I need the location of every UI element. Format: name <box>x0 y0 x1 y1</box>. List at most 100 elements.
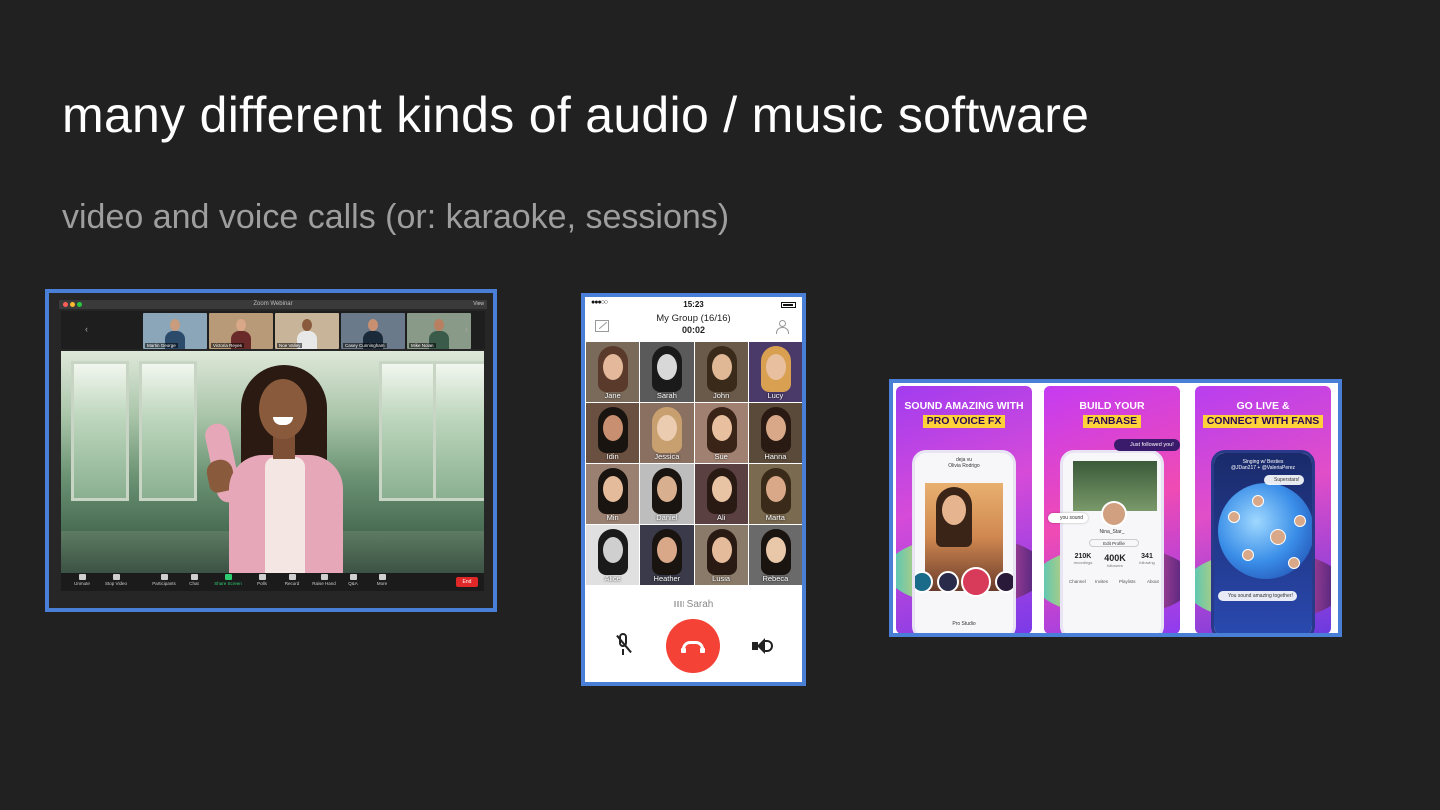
follow-notification: Just followed you! <box>1114 439 1180 451</box>
participant-name: John <box>712 391 730 400</box>
toolbar-button-unmute[interactable]: Unmute <box>67 574 97 586</box>
toolbar-button-q-a[interactable]: Q&A <box>338 574 368 586</box>
toolbar-button-share-screen[interactable]: Share Screen <box>213 574 243 586</box>
avatar <box>1288 557 1300 569</box>
participant-tile[interactable]: Alice <box>586 525 640 585</box>
store-card-fanbase: BUILD YOUR FANBASE Nina_Star_ Edit Profi… <box>1044 386 1180 633</box>
avatar <box>1242 549 1254 561</box>
mute-microphone-icon[interactable] <box>613 633 633 657</box>
end-meeting-button[interactable]: End <box>456 577 478 587</box>
participant-tile[interactable]: Jessica <box>640 403 694 463</box>
more-icon <box>378 574 386 580</box>
tab-invites[interactable]: Invites <box>1095 579 1108 584</box>
zoom-speaker-video <box>61 351 484 573</box>
participant-name: Hanna <box>764 452 787 461</box>
profile-name: Nina_Star_ <box>1099 529 1125 535</box>
participant-tile[interactable]: John <box>694 342 748 402</box>
participant-tile[interactable]: Heather <box>640 525 694 585</box>
toolbar-button-chat[interactable]: Chat <box>179 574 209 586</box>
superstars-bubble: Superstars! <box>1264 475 1304 485</box>
participant-thumbnail[interactable]: Mike Nolan <box>407 313 471 349</box>
phone-mockup: deja vu Olivia Rodrigo Pro Studio <box>912 450 1016 633</box>
participant-name: Mike Nolan <box>409 343 436 348</box>
qa-icon <box>349 574 357 580</box>
participant-name: Jane <box>604 391 621 400</box>
toolbar-button-polls[interactable]: Polls <box>247 574 277 586</box>
participant-tile[interactable]: Lusia <box>694 525 748 585</box>
active-speaker: Sarah <box>585 599 802 610</box>
chevron-left-icon[interactable]: ‹ <box>85 324 88 334</box>
participant-tile[interactable]: Min <box>586 464 640 524</box>
participant-thumbnail[interactable]: Noe Valley <box>275 313 339 349</box>
participant-name: Rebeca <box>762 574 789 583</box>
comment-bubble: you sound <box>1048 513 1089 523</box>
microphone-icon <box>78 574 86 580</box>
chevron-right-icon[interactable]: › <box>465 324 468 334</box>
add-user-icon[interactable] <box>776 320 792 334</box>
profile-stats: 210K recordings 400K followers 341 followin… <box>1073 553 1155 568</box>
participant-name: Martin George <box>145 343 178 348</box>
card-headline: SOUND AMAZING WITH <box>904 400 1024 412</box>
participant-thumbnail[interactable]: Casey Cunningham <box>341 313 405 349</box>
polls-icon <box>258 574 266 580</box>
participant-tile[interactable]: Jane <box>586 342 640 402</box>
phone-mockup: Nina_Star_ Edit Profile 210K recordings 4… <box>1060 450 1164 633</box>
edit-profile-button[interactable]: Edit Profile <box>1089 539 1139 547</box>
battery-icon <box>781 302 796 308</box>
store-card-live: GO LIVE & CONNECT WITH FANS Singing w/ B… <box>1195 386 1331 633</box>
toolbar-button-raise-hand[interactable]: Raise Hand <box>309 574 339 586</box>
phone-mockup: Singing w/ Besties @JDan217 + @ValeriaPe… <box>1211 450 1315 633</box>
live-host: @JDan217 + @ValeriaPerez <box>1230 465 1296 471</box>
participant-tile[interactable]: Idin <box>586 403 640 463</box>
participant-tile[interactable]: Ali <box>694 464 748 524</box>
tab-about[interactable]: About <box>1147 579 1159 584</box>
slide-subtitle: video and voice calls (or: karaoke, sess… <box>62 198 730 236</box>
status-time: 15:23 <box>683 300 704 309</box>
participant-name: Daniel <box>656 513 678 522</box>
participant-name: Casey Cunningham <box>343 343 387 348</box>
card-headline: GO LIVE & <box>1236 400 1290 412</box>
participant-name: Idin <box>606 452 619 461</box>
hang-up-button[interactable] <box>666 619 720 673</box>
participant-tile[interactable]: Rebeca <box>748 525 802 585</box>
participant-name: Min <box>606 513 619 522</box>
toolbar-button-more[interactable]: More <box>367 574 397 586</box>
active-speaker-name: Sarah <box>686 599 714 610</box>
participant-name: Sarah <box>656 391 677 400</box>
zoom-titlebar: Zoom Webinar View <box>59 300 487 309</box>
participant-tile[interactable]: Sarah <box>640 342 694 402</box>
participant-tile[interactable]: Daniel <box>640 464 694 524</box>
toolbar-button-record[interactable]: Record <box>277 574 307 586</box>
participant-thumbnail[interactable]: Victoria Reyes <box>209 313 273 349</box>
view-button[interactable]: View <box>473 301 484 307</box>
participant-name: Ali <box>716 513 726 522</box>
tab-playlists[interactable]: Playlists <box>1119 579 1136 584</box>
voice-fx-selector[interactable] <box>915 567 1013 601</box>
card-headline: BUILD YOUR <box>1079 400 1145 412</box>
signal-bars-icon <box>673 601 684 607</box>
speaker-icon[interactable] <box>752 637 776 655</box>
avatar <box>1294 515 1306 527</box>
card-highlight: PRO VOICE FX <box>922 415 1006 428</box>
participant-name: Marta <box>765 513 785 522</box>
raise-hand-icon <box>320 574 328 580</box>
participants-icon <box>160 574 168 580</box>
speaker-person <box>202 365 361 573</box>
participant-tile[interactable]: Sue <box>694 403 748 463</box>
comment-bubble: You sound amazing together! <box>1218 591 1297 601</box>
tab-channel[interactable]: Channel <box>1069 579 1086 584</box>
video-camera-icon <box>112 574 120 580</box>
participant-tile[interactable]: Lucy <box>748 342 802 402</box>
card-highlight: CONNECT WITH FANS <box>1202 415 1324 428</box>
participant-name: Noe Valley <box>277 343 303 348</box>
toolbar-button-stop-video[interactable]: Stop Video <box>101 574 131 586</box>
participant-thumbnail[interactable]: Martin George <box>143 313 207 349</box>
zoom-meeting-toolbar: Unmute Stop Video Participants Chat Share Sc… <box>61 573 484 591</box>
participant-name: Lucy <box>767 391 784 400</box>
fx-preset-label: Pro Studio <box>952 621 976 627</box>
group-title: My Group (16/16) <box>656 313 731 324</box>
toolbar-button-participants[interactable]: Participants <box>149 574 179 586</box>
participant-tile[interactable]: Hanna <box>748 403 802 463</box>
participant-tile[interactable]: Marta <box>748 464 802 524</box>
participant-name: Heather <box>653 574 681 583</box>
